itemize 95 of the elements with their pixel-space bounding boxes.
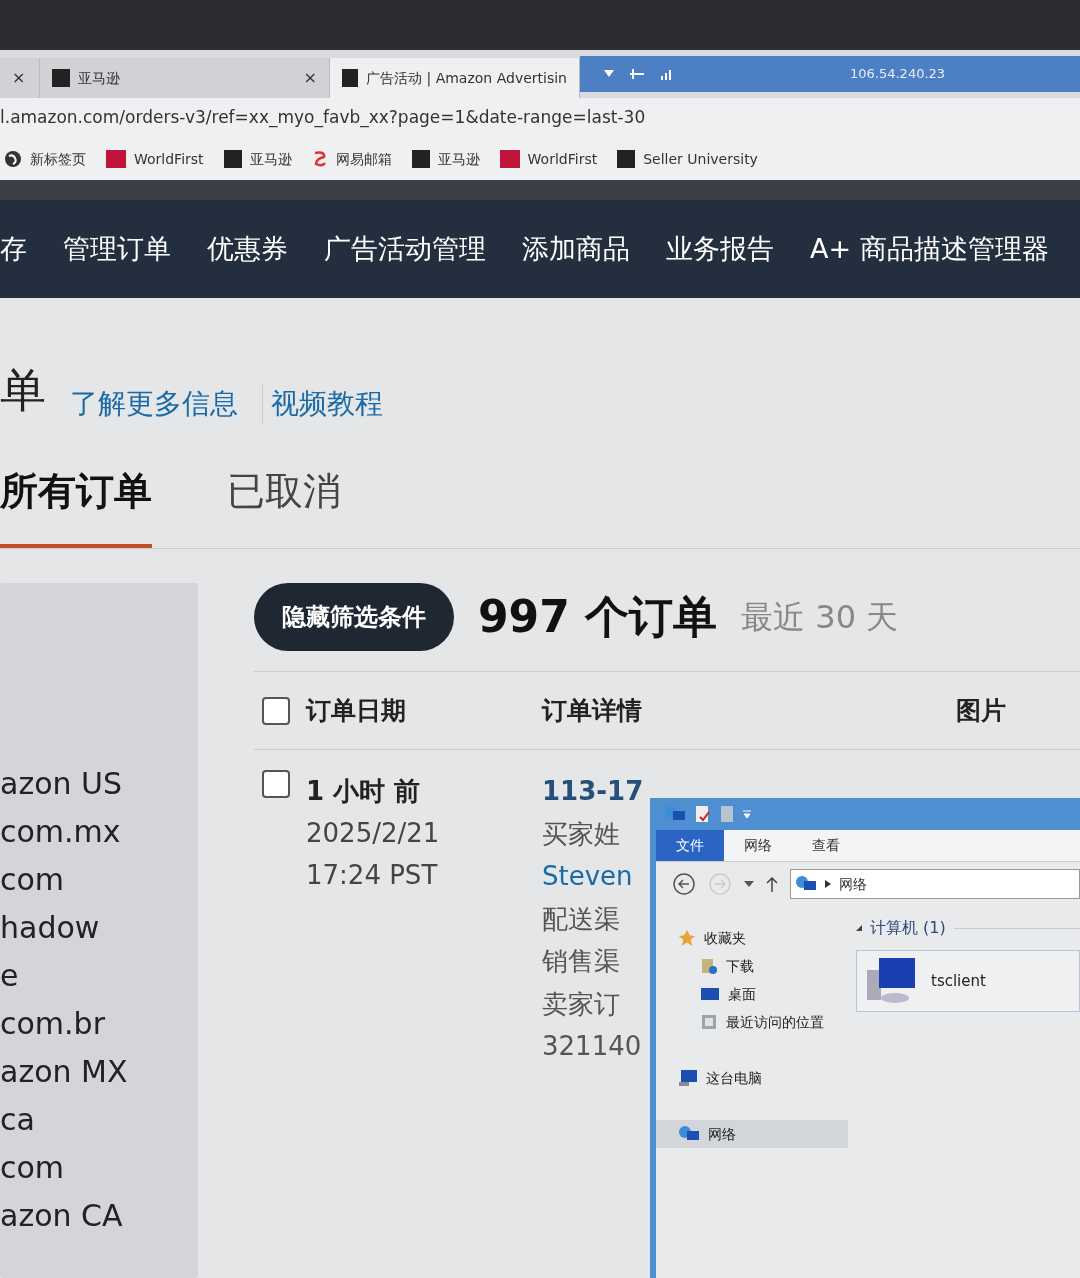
nav-item[interactable]: 优惠券 xyxy=(207,228,288,270)
w-logo-icon xyxy=(499,150,520,168)
nav-item[interactable]: 存 xyxy=(0,228,27,270)
order-detail: 销售渠 xyxy=(542,945,621,978)
address-field[interactable]: 网络 xyxy=(790,869,1080,899)
browser-tab[interactable]: 亚马逊 × xyxy=(40,58,330,98)
folder-download-icon xyxy=(700,957,718,975)
order-detail: Steven xyxy=(542,860,634,893)
browser-tab[interactable]: × xyxy=(0,58,40,98)
a-logo-icon xyxy=(223,150,242,168)
a-logo-icon xyxy=(342,69,359,87)
dropdown-icon[interactable] xyxy=(744,881,754,887)
up-arrow-icon[interactable] xyxy=(766,876,778,892)
caret-icon[interactable] xyxy=(604,70,614,78)
chevron-icon xyxy=(825,880,831,888)
bookmark[interactable]: WorldFirst xyxy=(499,148,598,170)
order-tab[interactable]: 所有订单 xyxy=(0,463,152,548)
order-detail: 卖家订 xyxy=(542,987,621,1021)
order-detail: 买家姓 xyxy=(542,817,621,851)
bookmark[interactable]: 亚马逊 xyxy=(411,148,480,170)
column-header: 订单日期 xyxy=(306,694,407,727)
filter-option[interactable]: azon CA xyxy=(0,1195,198,1237)
ip-address: 106.54.240.23 xyxy=(850,65,946,84)
nav-pane-item[interactable]: 这台电脑 xyxy=(656,1064,856,1092)
network-icon xyxy=(678,1125,700,1143)
filter-option[interactable]: hadow xyxy=(0,907,198,949)
filter-option[interactable]: ca xyxy=(0,1099,198,1141)
order-date: 2025/2/21 xyxy=(306,817,441,850)
signal-icon xyxy=(660,68,674,80)
order-date: 17:24 PST xyxy=(306,859,439,892)
collapse-icon[interactable] xyxy=(856,925,862,931)
computer-item[interactable]: tsclient xyxy=(856,950,1080,1012)
pin-icon[interactable] xyxy=(630,68,644,80)
page-title: 单 xyxy=(0,362,46,419)
a-logo-icon xyxy=(617,150,636,168)
network-icon xyxy=(795,875,817,893)
help-link[interactable]: 视频教程 xyxy=(262,383,383,425)
nav-item[interactable]: A+ 商品描述管理器 xyxy=(810,228,1049,270)
nav-item[interactable]: 管理订单 xyxy=(63,228,171,270)
bookmark[interactable]: Seller University xyxy=(617,148,758,170)
tab-close-button[interactable]: × xyxy=(303,66,317,90)
tab-close-button[interactable]: × xyxy=(12,66,26,90)
tab-title: 亚马逊 xyxy=(78,68,121,88)
bookmark[interactable]: 网易邮箱 xyxy=(311,148,392,170)
order-date: 1 小时 前 xyxy=(306,775,422,808)
column-header: 订单详情 xyxy=(542,694,643,727)
network-icon xyxy=(664,805,686,823)
dropdown-icon[interactable] xyxy=(742,809,752,819)
back-icon[interactable] xyxy=(672,872,696,896)
browser-tab[interactable]: 广告活动 | Amazon Advertisin xyxy=(330,58,580,98)
filter-option[interactable]: com.br xyxy=(0,1003,198,1045)
bookmark[interactable]: WorldFirst xyxy=(106,148,204,170)
nav-pane-item[interactable]: 桌面 xyxy=(656,980,856,1008)
filter-option[interactable]: e xyxy=(0,955,198,997)
bookmark[interactable]: 新标签页 xyxy=(4,148,86,170)
ribbon-tab[interactable]: 网络 xyxy=(724,830,792,861)
w-logo-icon xyxy=(106,150,126,168)
ribbon-tab[interactable]: 文件 xyxy=(656,830,724,861)
filter-option[interactable]: com xyxy=(0,1147,198,1189)
star-icon xyxy=(678,929,696,947)
properties-icon[interactable] xyxy=(694,805,712,823)
nav-item[interactable]: 业务报告 xyxy=(666,228,774,270)
order-detail: 配送渠 xyxy=(542,902,621,936)
filter-option[interactable]: com.mx xyxy=(0,811,198,853)
filter-option[interactable]: azon MX xyxy=(0,1051,198,1093)
nav-pane-item[interactable]: 下载 xyxy=(656,952,856,980)
nav-item[interactable]: 添加商品 xyxy=(522,228,630,270)
bookmark[interactable]: 亚马逊 xyxy=(223,148,292,170)
date-range: 最近 30 天 xyxy=(741,597,899,638)
nav-pane-item[interactable]: 最近访问的位置 xyxy=(656,1008,856,1036)
group-header: 计算机 (1) xyxy=(870,917,946,939)
order-detail: 321140 xyxy=(542,1030,643,1063)
ribbon-tab[interactable]: 查看 xyxy=(792,830,860,861)
nav-pane-item[interactable]: 网络 xyxy=(656,1120,848,1148)
order-id-link[interactable]: 113-17 xyxy=(542,770,644,813)
computer-name: tsclient xyxy=(931,970,986,992)
address-text: 网络 xyxy=(839,874,867,894)
filter-option[interactable]: azon US xyxy=(0,763,198,805)
help-link[interactable]: 了解更多信息 xyxy=(70,383,238,425)
nav-pane-item[interactable]: 收藏夹 xyxy=(656,924,856,952)
globe-icon xyxy=(4,150,22,168)
order-count: 997 个订单 xyxy=(478,590,718,644)
order-tab[interactable]: 已取消 xyxy=(227,463,341,548)
nav-item[interactable]: 广告活动管理 xyxy=(324,228,486,270)
a-logo-icon xyxy=(411,150,430,168)
hide-filters-button[interactable]: 隐藏筛选条件 xyxy=(254,583,454,651)
computer-icon xyxy=(678,1069,698,1087)
column-header: 图片 xyxy=(956,694,1006,727)
a-logo-icon xyxy=(52,69,70,87)
checkbox[interactable] xyxy=(262,770,290,798)
recent-places-icon xyxy=(700,1013,718,1031)
filter-option[interactable]: com xyxy=(0,859,198,901)
tab-title: 广告活动 | Amazon Advertisin xyxy=(366,68,567,89)
desktop-icon xyxy=(700,986,720,1002)
checkbox[interactable] xyxy=(262,696,290,725)
